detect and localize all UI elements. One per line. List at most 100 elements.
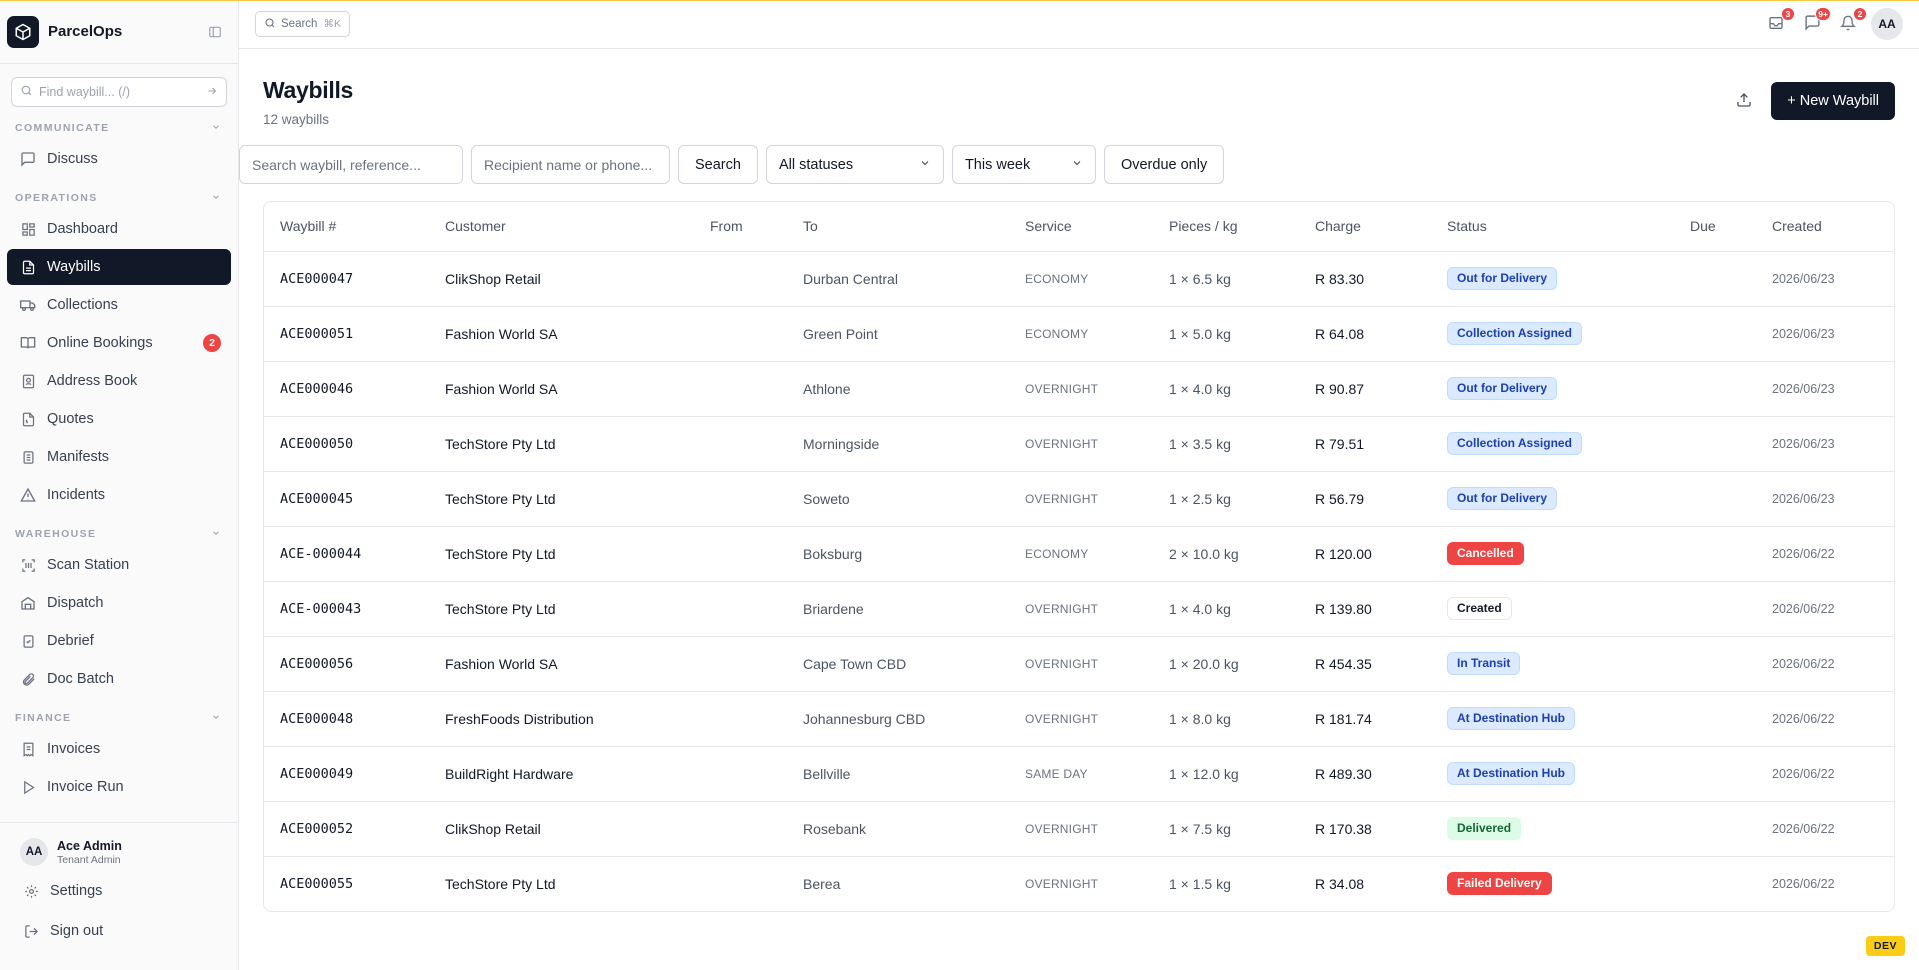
from-location bbox=[694, 471, 787, 527]
from-location bbox=[694, 251, 787, 307]
status-cell: Cancelled bbox=[1431, 526, 1674, 582]
table-row[interactable]: ACE-000044 TechStore Pty Ltd Boksburg ECONO… bbox=[264, 526, 1894, 582]
table-row[interactable]: ACE000045 TechStore Pty Ltd Soweto OVERNIGH… bbox=[264, 471, 1894, 527]
table-row[interactable]: ACE000052 ClikShop Retail Rosebank OVERNIGH… bbox=[264, 801, 1894, 857]
sidebar-item-address-book[interactable]: Address Book bbox=[7, 363, 231, 399]
service-level: SAME DAY bbox=[1009, 746, 1153, 802]
section-title: WAREHOUSE bbox=[15, 528, 97, 540]
column-header-due[interactable]: Due bbox=[1674, 202, 1756, 252]
status-cell: Failed Delivery bbox=[1431, 856, 1674, 911]
table-row[interactable]: ACE000056 Fashion World SA Cape Town CBD OV… bbox=[264, 636, 1894, 692]
period-select[interactable]: This week bbox=[951, 145, 1096, 184]
table-row[interactable]: ACE-000043 TechStore Pty Ltd Briardene OVER… bbox=[264, 581, 1894, 637]
table-row[interactable]: ACE000055 TechStore Pty Ltd Berea OVERNIGHT… bbox=[264, 856, 1894, 911]
page-title: Waybills bbox=[263, 77, 354, 103]
column-header-to[interactable]: To bbox=[787, 202, 1009, 252]
sidebar-item-online-bookings[interactable]: Online Bookings 2 bbox=[7, 325, 231, 361]
clipboard-list-icon bbox=[20, 449, 36, 465]
topbar: Search ⌘K 3 9+ 2 AA bbox=[239, 0, 1919, 49]
column-header-from[interactable]: From bbox=[694, 202, 787, 252]
section-warehouse[interactable]: WAREHOUSE bbox=[0, 523, 238, 545]
messages-button[interactable]: 9+ bbox=[1801, 7, 1831, 35]
quick-search-placeholder: Find waybill... (/) bbox=[39, 85, 130, 99]
waybill-count: 12 waybills bbox=[263, 112, 330, 127]
user-profile[interactable]: AA Ace Admin Tenant Admin bbox=[0, 835, 238, 869]
avatar[interactable]: AA bbox=[1871, 8, 1903, 40]
to-location: Green Point bbox=[787, 306, 1009, 362]
scan-icon bbox=[20, 557, 36, 573]
service-level: OVERNIGHT bbox=[1009, 416, 1153, 472]
table-row[interactable]: ACE000050 TechStore Pty Ltd Morningside OVE… bbox=[264, 416, 1894, 472]
settings-link[interactable]: Settings bbox=[0, 873, 238, 909]
status-cell: Collection Assigned bbox=[1431, 416, 1674, 472]
pieces-weight: 1 × 4.0 kg bbox=[1153, 361, 1299, 417]
status-cell: At Destination Hub bbox=[1431, 746, 1674, 802]
sidebar-item-manifests[interactable]: Manifests bbox=[7, 439, 231, 475]
waybill-number: ACE000056 bbox=[264, 636, 429, 692]
column-header-service[interactable]: Service bbox=[1009, 202, 1153, 252]
warehouse-icon bbox=[20, 595, 36, 611]
recipient-search-input[interactable]: Recipient name or phone... bbox=[471, 145, 670, 184]
sidebar-item-invoice-run[interactable]: Invoice Run bbox=[7, 769, 231, 805]
created-date: 2026/06/22 bbox=[1756, 526, 1894, 582]
section-communicate[interactable]: COMMUNICATE bbox=[0, 117, 238, 139]
sidebar-collapse-icon[interactable] bbox=[206, 23, 224, 41]
column-header-customer[interactable]: Customer bbox=[429, 202, 694, 252]
due-date bbox=[1674, 416, 1756, 472]
inbox-button[interactable]: 3 bbox=[1765, 7, 1795, 35]
sidebar-item-waybills[interactable]: Waybills bbox=[7, 249, 231, 285]
table-row[interactable]: ACE000046 Fashion World SA Athlone OVERNIGH… bbox=[264, 361, 1894, 417]
sign-out-link[interactable]: Sign out bbox=[0, 913, 238, 949]
sidebar-item-collections[interactable]: Collections bbox=[7, 287, 231, 323]
search-button[interactable]: Search bbox=[678, 145, 758, 184]
status-cell: Collection Assigned bbox=[1431, 306, 1674, 362]
column-header-status[interactable]: Status bbox=[1431, 202, 1674, 252]
column-header-created[interactable]: Created bbox=[1756, 202, 1894, 252]
table-row[interactable]: ACE000049 BuildRight Hardware Bellville SAM… bbox=[264, 746, 1894, 802]
waybill-search-input[interactable]: Search waybill, reference... bbox=[239, 145, 463, 184]
sidebar-item-label: Incidents bbox=[47, 487, 106, 503]
sidebar-item-label: Invoices bbox=[47, 741, 101, 757]
contact-book-icon bbox=[20, 373, 36, 389]
sidebar-item-label: Address Book bbox=[47, 373, 138, 389]
pieces-weight: 1 × 12.0 kg bbox=[1153, 746, 1299, 802]
from-location bbox=[694, 306, 787, 362]
sidebar-item-invoices[interactable]: Invoices bbox=[7, 731, 231, 767]
due-date bbox=[1674, 801, 1756, 857]
section-operations[interactable]: OPERATIONS bbox=[0, 187, 238, 209]
table-row[interactable]: ACE000047 ClikShop Retail Durban Central EC… bbox=[264, 251, 1894, 307]
overdue-only-button[interactable]: Overdue only bbox=[1103, 145, 1225, 184]
waybill-quick-search[interactable]: Find waybill... (/) bbox=[11, 77, 227, 107]
status-select[interactable]: All statuses bbox=[765, 145, 944, 184]
table-row[interactable]: ACE000048 FreshFoods Distribution Johannes… bbox=[264, 691, 1894, 747]
global-search-button[interactable]: Search ⌘K bbox=[255, 11, 350, 37]
book-open-icon bbox=[20, 335, 36, 351]
sidebar-item-dispatch[interactable]: Dispatch bbox=[7, 585, 231, 621]
column-header-waybill[interactable]: Waybill # bbox=[264, 202, 429, 252]
sidebar-item-discuss[interactable]: Discuss bbox=[7, 141, 231, 177]
column-header-pieces[interactable]: Pieces / kg bbox=[1153, 202, 1299, 252]
column-header-charge[interactable]: Charge bbox=[1299, 202, 1431, 252]
new-waybill-button[interactable]: + New Waybill bbox=[1771, 82, 1895, 120]
status-badge: At Destination Hub bbox=[1447, 707, 1575, 730]
to-location: Briardene bbox=[787, 581, 1009, 637]
sidebar-item-label: Online Bookings bbox=[47, 335, 153, 351]
sidebar-item-debrief[interactable]: Debrief bbox=[7, 623, 231, 659]
pieces-weight: 1 × 3.5 kg bbox=[1153, 416, 1299, 472]
status-badge: Failed Delivery bbox=[1447, 872, 1552, 896]
customer-name: BuildRight Hardware bbox=[429, 746, 694, 802]
sidebar-item-scan-station[interactable]: Scan Station bbox=[7, 547, 231, 583]
sidebar-item-incidents[interactable]: Incidents bbox=[7, 477, 231, 513]
warning-triangle-icon bbox=[20, 487, 36, 503]
export-button[interactable] bbox=[1733, 90, 1755, 112]
section-finance[interactable]: FINANCE bbox=[0, 707, 238, 729]
to-location: Bellville bbox=[787, 746, 1009, 802]
sidebar-item-quotes[interactable]: Quotes bbox=[7, 401, 231, 437]
filter-bar: Search waybill, reference... Recipient n… bbox=[239, 145, 1225, 184]
notifications-button[interactable]: 2 bbox=[1837, 7, 1867, 35]
sidebar-item-doc-batch[interactable]: Doc Batch bbox=[7, 661, 231, 697]
search-icon bbox=[20, 84, 33, 100]
table-row[interactable]: ACE000051 Fashion World SA Green Point ECON… bbox=[264, 306, 1894, 362]
sidebar: ParcelOps Find waybill... (/) COMMUNICAT… bbox=[0, 0, 239, 970]
sidebar-item-dashboard[interactable]: Dashboard bbox=[7, 211, 231, 247]
